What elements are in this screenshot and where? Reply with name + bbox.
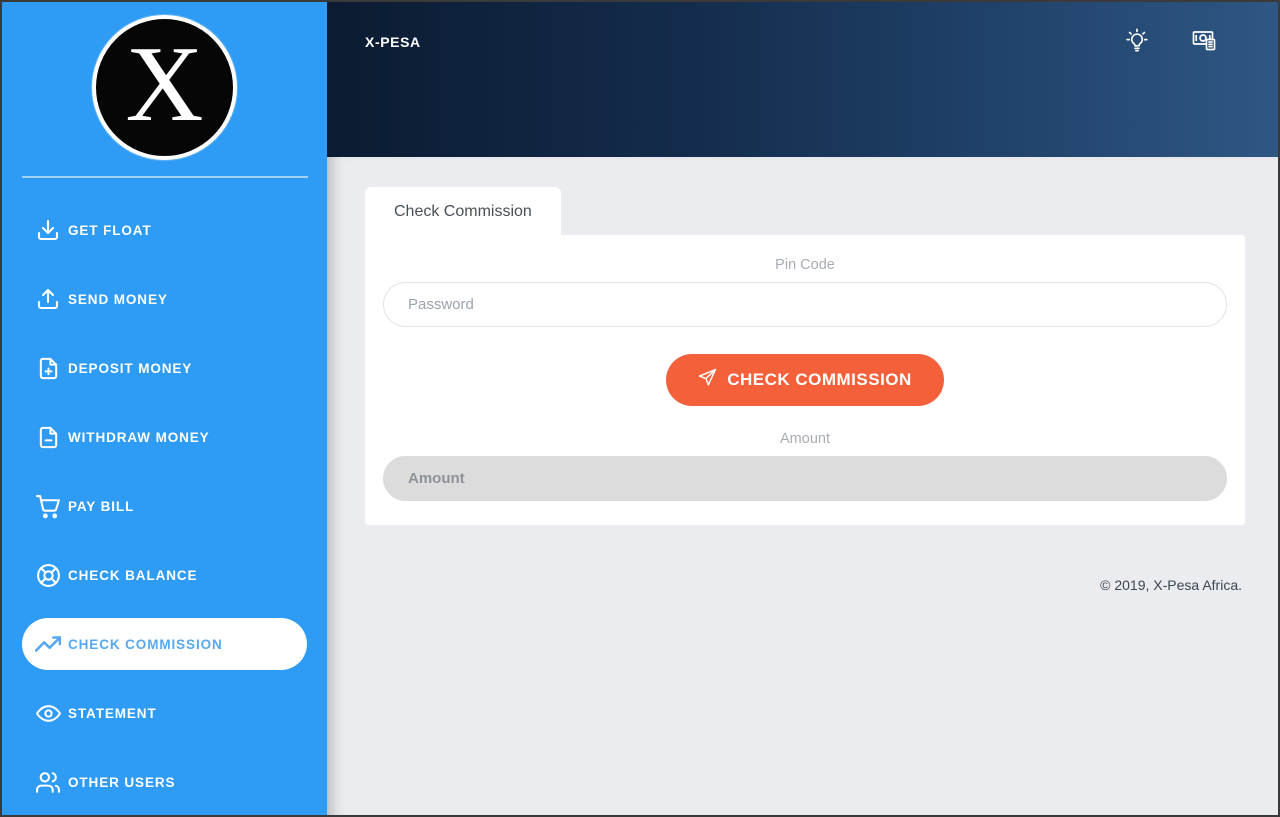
main-content: Check Commission Pin Code CHECK COMMISSI… [327, 157, 1278, 815]
sidebar-item-send-money[interactable]: SEND MONEY [22, 273, 307, 325]
logo-letter: X [125, 24, 204, 144]
file-minus-icon [35, 424, 61, 450]
send-icon [698, 368, 717, 392]
sidebar-item-check-commission[interactable]: CHECK COMMISSION [22, 618, 307, 670]
sidebar: X GET FLOAT SEND MONEY DEPOSIT MONEY WIT… [2, 2, 327, 815]
sidebar-item-withdraw-money[interactable]: WITHDRAW MONEY [22, 411, 307, 463]
sidebar-item-label: SEND MONEY [68, 291, 168, 307]
app-window: X GET FLOAT SEND MONEY DEPOSIT MONEY WIT… [0, 0, 1280, 817]
amount-label: Amount [780, 430, 830, 447]
sidebar-nav: GET FLOAT SEND MONEY DEPOSIT MONEY WITHD… [2, 204, 327, 808]
download-icon [35, 217, 61, 243]
sidebar-item-label: PAY BILL [68, 498, 135, 514]
sidebar-item-statement[interactable]: STATEMENT [22, 687, 307, 739]
sidebar-item-label: GET FLOAT [68, 222, 152, 238]
pin-code-label: Pin Code [775, 256, 835, 273]
sidebar-item-check-balance[interactable]: CHECK BALANCE [22, 549, 307, 601]
pin-code-input[interactable] [383, 281, 1227, 327]
logo-circle: X [92, 15, 237, 160]
sidebar-item-label: STATEMENT [68, 705, 157, 721]
sidebar-item-label: CHECK BALANCE [68, 567, 198, 583]
money-icon[interactable] [1190, 25, 1220, 57]
sidebar-item-get-float[interactable]: GET FLOAT [22, 204, 307, 256]
file-plus-icon [35, 355, 61, 381]
header-title: X-PESA [365, 34, 421, 50]
sidebar-item-label: DEPOSIT MONEY [68, 360, 193, 376]
sidebar-item-label: WITHDRAW MONEY [68, 429, 210, 445]
header-actions [1122, 25, 1220, 57]
top-header: X-PESA [327, 2, 1278, 157]
sidebar-item-pay-bill[interactable]: PAY BILL [22, 480, 307, 532]
sidebar-item-label: OTHER USERS [68, 774, 176, 790]
lightbulb-icon[interactable] [1122, 25, 1152, 57]
amount-input[interactable] [383, 455, 1227, 501]
footer: © 2019, X-Pesa Africa. [327, 577, 1278, 593]
trending-up-icon [35, 631, 61, 657]
sidebar-item-other-users[interactable]: OTHER USERS [22, 756, 307, 808]
sidebar-item-label: CHECK COMMISSION [68, 636, 223, 652]
check-commission-card: Pin Code CHECK COMMISSION Amount [365, 234, 1245, 525]
eye-icon [35, 700, 61, 726]
submit-row: CHECK COMMISSION [383, 353, 1227, 406]
tab-bar: Check Commission [365, 187, 1278, 235]
check-commission-button[interactable]: CHECK COMMISSION [666, 353, 944, 406]
users-icon [35, 769, 61, 795]
shopping-cart-icon [35, 493, 61, 519]
life-buoy-icon [35, 562, 61, 588]
sidebar-item-deposit-money[interactable]: DEPOSIT MONEY [22, 342, 307, 394]
check-commission-button-label: CHECK COMMISSION [727, 369, 912, 389]
tab-check-commission[interactable]: Check Commission [365, 187, 561, 235]
sidebar-divider [21, 176, 308, 178]
logo: X [2, 2, 327, 160]
upload-icon [35, 286, 61, 312]
copyright-text: © 2019, X-Pesa Africa. [1100, 576, 1242, 593]
